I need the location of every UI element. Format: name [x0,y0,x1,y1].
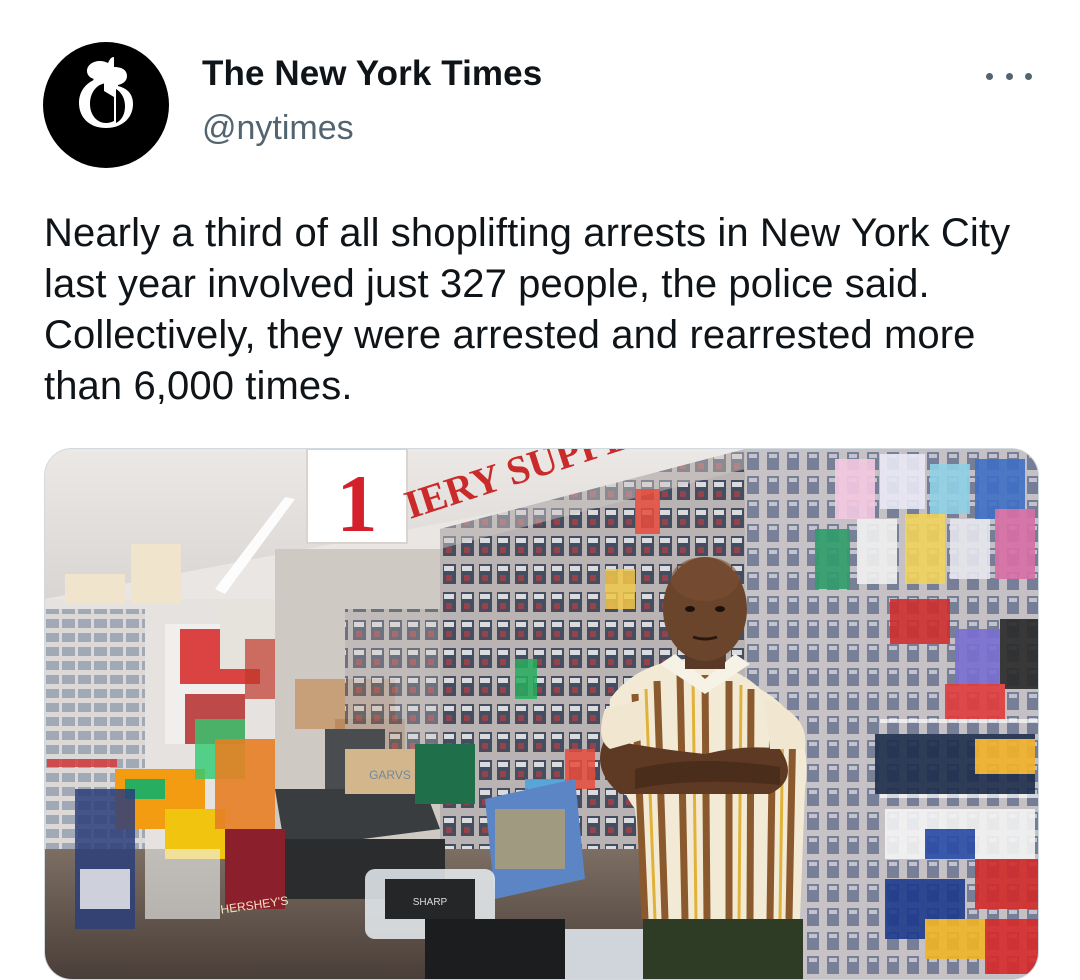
more-dot [1025,72,1032,80]
author-handle[interactable]: @nytimes [202,106,354,150]
more-options-icon[interactable] [986,66,1032,86]
store-photo-illustration: 1 IERY SUPPL HERSHEY'S GARVS SHARP [45,449,1038,979]
author-display-name[interactable]: The New York Times [202,52,542,96]
svg-text:SHARP: SHARP [413,897,448,908]
tweet-photo[interactable]: 1 IERY SUPPL HERSHEY'S GARVS SHARP [44,448,1039,980]
svg-text:GARVS: GARVS [369,768,411,782]
tweet-card: The New York Times @nytimes Nearly a thi… [0,0,1080,980]
avatar[interactable] [43,42,169,168]
tweet-text: Nearly a third of all shoplifting arrest… [44,211,1011,408]
more-dot [1005,72,1013,80]
svg-text:1: 1 [337,458,378,549]
nyt-logo-icon [79,57,133,128]
more-dot [986,72,993,80]
aisle-sign: 1 [306,449,408,549]
